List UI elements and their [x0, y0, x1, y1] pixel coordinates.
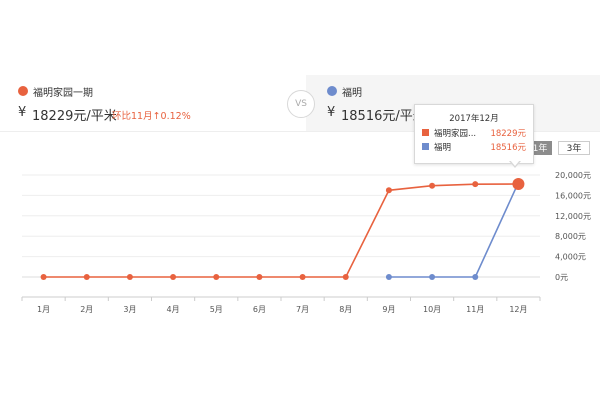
x-tick-label: 7月: [296, 305, 309, 314]
tooltip-swatch-b: [422, 143, 429, 150]
data-point: [385, 274, 392, 280]
x-tick-label: 9月: [382, 305, 395, 314]
data-point: [512, 178, 525, 191]
x-tick-label: 1月: [37, 305, 50, 314]
tooltip-title: 2017年12月: [449, 114, 499, 124]
price-trend-chart: 0元 4,000元 8,000元 12,000元 16,000元 20,000元 1月 2月 3…: [21, 171, 591, 314]
x-tick-label: 5月: [210, 305, 223, 314]
series-line: [388, 182, 520, 278]
data-point: [126, 274, 133, 280]
data-point: [342, 274, 349, 280]
chart-tooltip: 2017年12月 福明家园... 18229元 福明 18516元: [414, 104, 534, 164]
tooltip-row: 福明家园... 18229元: [422, 127, 528, 139]
x-tick-label: 10月: [423, 305, 441, 314]
tooltip-arrow-inner: [510, 160, 520, 166]
data-point: [299, 274, 306, 280]
tooltip-row: 福明 18516元: [422, 141, 528, 153]
tooltip-swatch-a: [422, 129, 429, 136]
y-tick-label: 16,000元: [555, 191, 591, 200]
tooltip-value-a: 18229元: [490, 129, 526, 139]
y-tick-label: 20,000元: [555, 171, 591, 180]
x-tick-label: 4月: [167, 305, 180, 314]
data-point: [170, 274, 177, 280]
y-tick-label: 4,000元: [555, 253, 586, 262]
x-tick-label: 12月: [509, 305, 527, 314]
data-point: [472, 181, 479, 188]
x-tick-label: 2月: [80, 305, 93, 314]
data-point: [40, 274, 47, 280]
x-tick-label: 6月: [253, 305, 266, 314]
data-point: [429, 182, 436, 189]
data-point: [256, 274, 263, 280]
series-line: [43, 183, 519, 278]
range-tab-3y[interactable]: 3年: [558, 141, 590, 155]
x-tick-label: 11月: [466, 305, 484, 314]
tooltip-value-b: 18516元: [490, 143, 526, 153]
tooltip-name-b: 福明: [434, 143, 452, 153]
x-tick-label: 3月: [123, 305, 136, 314]
data-point: [429, 274, 436, 280]
y-tick-label: 8,000元: [555, 232, 586, 241]
range-tabs: 1年 3年: [528, 141, 590, 155]
data-point: [385, 187, 392, 194]
data-point: [472, 274, 479, 280]
data-point: [83, 274, 90, 280]
x-tick-label: 8月: [339, 305, 352, 314]
tooltip-name-a: 福明家园...: [434, 129, 477, 139]
data-point: [213, 274, 220, 280]
y-tick-label: 0元: [555, 273, 568, 282]
y-tick-label: 12,000元: [555, 212, 591, 221]
